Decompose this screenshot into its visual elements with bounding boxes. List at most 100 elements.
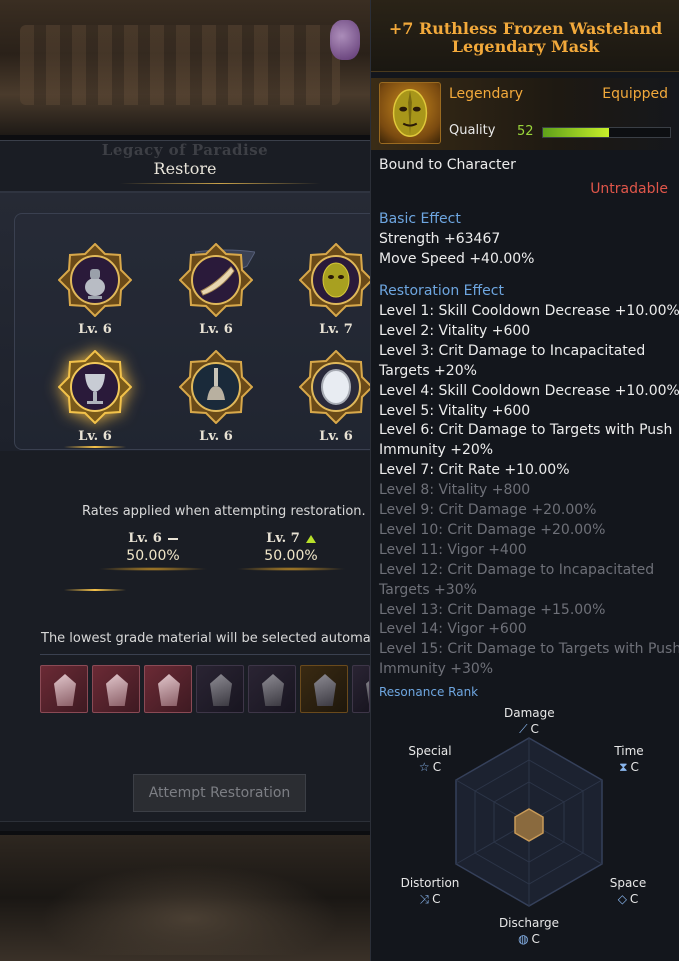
material-shard-icon	[54, 674, 76, 706]
restoration-effect-line: Targets +30%	[379, 581, 477, 598]
rate-current: Lv. 6 50.00%	[98, 531, 208, 571]
slot-level: Lv. 7	[319, 322, 353, 337]
resonance-grade-value: C	[530, 722, 539, 736]
restoration-effect-line: Level 14: Vigor +600	[379, 621, 527, 638]
resonance-grade-value: C	[629, 892, 639, 906]
restoration-effect-line: Immunity +30%	[379, 661, 494, 678]
quality-value: 52	[517, 124, 534, 139]
hourglass-icon: ⧗	[619, 760, 628, 774]
minus-icon	[167, 537, 178, 540]
restoration-effect-line: Level 5: Vitality +600	[379, 402, 531, 419]
tooltip-header: +7 Ruthless Frozen Wasteland Legendary M…	[371, 0, 679, 72]
resonance-grade: ☆ C	[405, 760, 455, 774]
slot-5[interactable]: Lv. 6	[179, 350, 253, 444]
item-tooltip: +7 Ruthless Frozen Wasteland Legendary M…	[370, 0, 679, 961]
sword-icon: ⟋	[519, 722, 528, 736]
resonance-grade: ⟋ C	[504, 722, 554, 737]
restoration-effect-line: Level 7: Crit Rate +10.00%	[379, 462, 570, 479]
quality-bar	[542, 127, 671, 138]
restoration-effect-line: Level 10: Crit Damage +20.00%	[379, 521, 606, 538]
item-title: +7 Ruthless Frozen Wasteland Legendary M…	[371, 20, 679, 56]
shuffle-icon: ⤨	[419, 892, 430, 906]
bell-icon	[179, 350, 253, 424]
material-slot[interactable]	[196, 665, 244, 713]
mask-icon	[299, 243, 373, 317]
resonance-time: Time ⧗ C	[604, 744, 654, 775]
restoration-effect-line: Level 15: Crit Damage to Targets with Pu…	[379, 641, 679, 658]
slot-1[interactable]: Lv. 6	[58, 243, 132, 337]
panel-footer	[0, 821, 370, 831]
resonance-special: Special ☆ C	[405, 744, 455, 774]
resonance-label: Time	[614, 744, 644, 758]
equipped-status: Equipped	[602, 86, 668, 102]
mirror-icon	[299, 350, 373, 424]
resonance-label: Damage	[504, 706, 555, 720]
basic-effect-line: Strength +63467	[379, 231, 501, 247]
restoration-effect-line: Level 12: Crit Damage to Incapacitated	[379, 561, 655, 578]
horn-icon	[179, 243, 253, 317]
material-slot[interactable]	[144, 665, 192, 713]
trade-status: Untradable	[590, 181, 668, 197]
resonance-discharge: Discharge ◍ C	[494, 916, 564, 946]
restoration-effect-line: Level 1: Skill Cooldown Decrease +10.00%	[379, 303, 679, 319]
rates-description: Rates applied when attempting restoratio…	[82, 504, 366, 519]
rate-value: 50.00%	[126, 548, 180, 564]
quality-label: Quality	[449, 123, 496, 138]
material-shard-icon	[262, 674, 284, 706]
star-icon: ☆	[418, 760, 430, 774]
restoration-effect-header: Restoration Effect	[379, 283, 504, 299]
material-slot[interactable]	[40, 665, 88, 713]
pot-icon	[58, 243, 132, 317]
restore-panel: Legacy of Paradise Restore Lv. 6 Lv. 6 L…	[0, 140, 373, 831]
resonance-grade: ⧗ C	[604, 760, 654, 775]
quality-bar-fill	[543, 128, 610, 137]
slot-3[interactable]: Lv. 7	[299, 243, 373, 337]
chalice-icon	[58, 350, 132, 424]
rate-glow	[236, 567, 346, 571]
basic-effect-header: Basic Effect	[379, 211, 461, 227]
material-slot[interactable]	[248, 665, 296, 713]
attempt-restoration-button[interactable]: Attempt Restoration	[133, 774, 306, 812]
restoration-effect-line: Targets +20%	[379, 362, 477, 379]
rate-level-text: Lv. 6	[128, 531, 162, 546]
title-divider	[120, 183, 320, 184]
slot-4[interactable]: Lv. 6	[58, 350, 132, 448]
resonance-damage: Damage ⟋ C	[504, 706, 555, 737]
panel-background-title: Legacy of Paradise	[101, 141, 269, 159]
restoration-effect-line: Level 8: Vitality +800	[379, 482, 531, 499]
slot-level: Lv. 6	[199, 322, 233, 337]
resonance-radar: Damage ⟋ C Time ⧗ C Special ☆ C Space ◇ C Di…	[371, 700, 679, 961]
restoration-effect-line: Level 4: Skill Cooldown Decrease +10.00%	[379, 382, 679, 399]
slot-level: Lv. 6	[199, 429, 233, 444]
basic-effect-line: Move Speed +40.00%	[379, 251, 535, 267]
slot-6[interactable]: Lv. 6	[299, 350, 373, 444]
material-slot[interactable]	[352, 665, 370, 713]
material-shard-icon	[314, 674, 336, 706]
material-shard-icon	[210, 674, 232, 706]
material-divider	[40, 654, 370, 655]
resonance-label: Special	[408, 744, 452, 758]
resonance-space: Space ◇ C	[603, 876, 653, 906]
restoration-effect-line: Level 3: Crit Damage to Incapacitated	[379, 342, 646, 359]
rate-value: 50.00%	[264, 548, 318, 564]
material-description: The lowest grade material will be select…	[41, 631, 370, 646]
resonance-grade: ⤨ C	[395, 892, 465, 907]
radar-value-shape	[514, 808, 544, 842]
slot-level: Lv. 6	[319, 429, 353, 444]
resonance-grade-value: C	[630, 760, 639, 774]
resonance-distortion: Distortion ⤨ C	[395, 876, 465, 907]
rate-level-text: Lv. 7	[266, 531, 300, 546]
restoration-effect-line: Level 9: Crit Damage +20.00%	[379, 502, 597, 518]
mask-icon	[379, 82, 441, 144]
resonance-grade: ◇ C	[603, 892, 653, 906]
material-slot[interactable]	[300, 665, 348, 713]
flame-icon: ◍	[518, 932, 529, 946]
restoration-effect-line: Level 13: Crit Damage +15.00%	[379, 601, 606, 618]
slot-2[interactable]: Lv. 6	[179, 243, 253, 337]
restoration-effect-line: Immunity +20%	[379, 442, 494, 459]
rate-level: Lv. 7	[236, 531, 346, 546]
resonance-label: Distortion	[400, 876, 460, 890]
panel-title: Restore	[153, 159, 217, 178]
material-slot[interactable]	[92, 665, 140, 713]
resonance-label: Discharge	[498, 916, 560, 930]
